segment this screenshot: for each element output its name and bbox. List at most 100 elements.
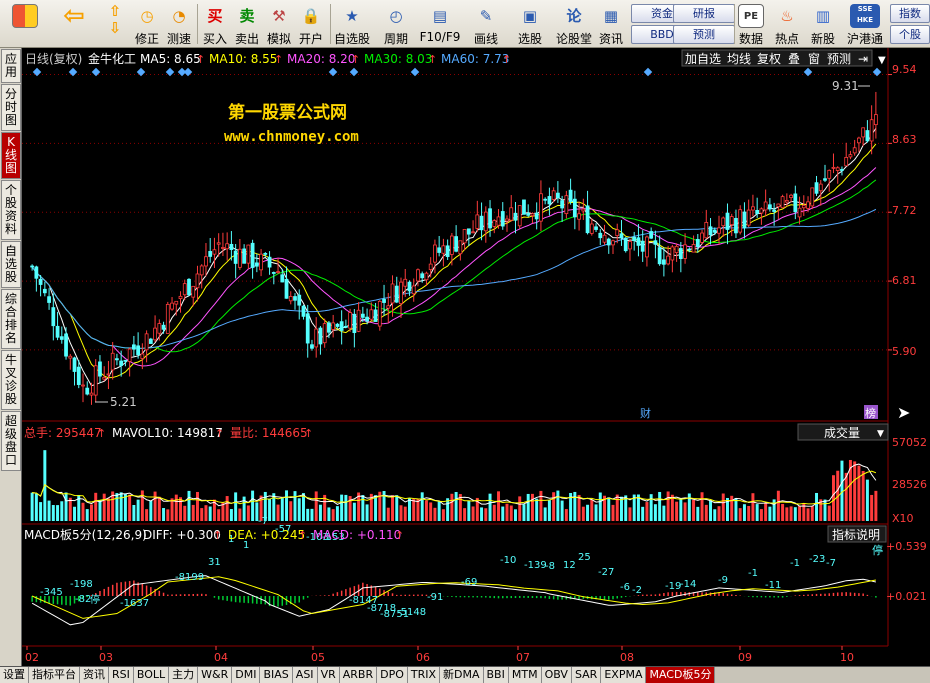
nav-kline[interactable]: K线图: [1, 132, 21, 179]
candle-body: [509, 207, 514, 221]
ipo-button[interactable]: ▥ 新股: [806, 2, 840, 46]
candle-body: [539, 193, 543, 222]
tab-expma[interactable]: EXPMA: [601, 667, 647, 683]
nav-intraday[interactable]: 分时图: [1, 84, 21, 131]
sell-button[interactable]: 卖卖出: [232, 2, 262, 46]
up-down-button[interactable]: ⇧ ⇩: [100, 2, 130, 46]
watchlist-label: 自选股: [333, 32, 370, 46]
candle-body: [131, 344, 136, 350]
tab-dpo[interactable]: DPO: [377, 667, 408, 683]
volume-select[interactable]: 成交量: [824, 425, 860, 440]
back-button[interactable]: ⇦: [54, 2, 94, 46]
tab-dmi[interactable]: DMI: [232, 667, 261, 683]
period-button[interactable]: ◴ 周期: [376, 2, 416, 46]
tab--[interactable]: 设置: [0, 667, 29, 683]
mouse-cursor-icon: ➤: [897, 403, 910, 422]
buy-icon: 买: [207, 7, 223, 25]
home-button[interactable]: [4, 2, 46, 46]
volume-bar: [539, 490, 543, 521]
candle-body: [42, 288, 47, 294]
tab--[interactable]: 资讯: [80, 667, 109, 683]
volume-bar: [30, 492, 34, 521]
add-watch-button[interactable]: 加自选: [685, 52, 721, 66]
nav-watchlist[interactable]: 自选股: [1, 241, 21, 288]
candle-body: [810, 187, 815, 207]
volume-bar: [615, 494, 619, 521]
candle-body: [356, 309, 361, 332]
ma-setting-button[interactable]: 均线: [727, 52, 751, 66]
candle-body: [564, 195, 569, 215]
tab-vr[interactable]: VR: [317, 667, 340, 683]
indicator-help-button[interactable]: 指标说明: [832, 527, 880, 542]
nav-super-board[interactable]: 超级盘口: [1, 411, 21, 471]
tab-macd-5-[interactable]: MACD板5分: [646, 667, 716, 683]
stock-button[interactable]: 个股: [890, 25, 930, 44]
tab-mtm[interactable]: MTM: [508, 667, 542, 683]
tab-w-r[interactable]: W&R: [198, 667, 233, 683]
tab-asi[interactable]: ASI: [292, 667, 318, 683]
tab-sar[interactable]: SAR: [571, 667, 602, 683]
hk-connect-button[interactable]: SSE HKE 沪港通: [842, 2, 888, 46]
candle-body: [47, 296, 51, 303]
nav-profile[interactable]: 个股资料: [1, 180, 21, 240]
ma60-value: MA60: 7.73: [441, 52, 509, 66]
candle-body: [776, 203, 781, 208]
macd-annotation: -5148: [397, 607, 426, 618]
candle-body: [445, 245, 450, 257]
macd-annotation: -69: [461, 577, 477, 588]
overlay-button[interactable]: 叠: [788, 52, 800, 66]
tab-trix[interactable]: TRIX: [407, 667, 441, 683]
tab-boll[interactable]: BOLL: [133, 667, 170, 683]
speed-test-button[interactable]: ◔ 测速: [164, 2, 194, 46]
tab-rsi[interactable]: RSI: [109, 667, 134, 683]
research-button[interactable]: 研报: [673, 4, 735, 23]
left-arrow-icon: ⇦: [63, 1, 85, 31]
draw-button[interactable]: ✎ 画线: [466, 2, 506, 46]
volume-bar: [174, 494, 178, 521]
volume-bar: [653, 504, 657, 521]
candle-body: [483, 211, 488, 232]
tab-obv[interactable]: OBV: [541, 667, 572, 683]
window-button[interactable]: 窗: [808, 52, 820, 66]
buy-button[interactable]: 买买入: [200, 2, 230, 46]
candle-body: [331, 322, 336, 330]
forecast-button[interactable]: 预测: [673, 25, 735, 44]
tab-arbr[interactable]: ARBR: [339, 667, 378, 683]
index-button[interactable]: 指数: [890, 4, 930, 23]
volume-bar: [721, 493, 725, 521]
watchlist-button[interactable]: ★ 自选股: [332, 2, 372, 46]
correct-button[interactable]: ◷ 修正: [132, 2, 162, 46]
open-account-button[interactable]: 🔒 开户: [296, 2, 326, 46]
data-button[interactable]: PE 数据: [736, 2, 766, 46]
candle-body: [293, 296, 297, 301]
select-stock-button[interactable]: ▣ 选股: [510, 2, 550, 46]
f10-button[interactable]: ▤ F10/F9: [418, 2, 462, 46]
nav-diagnosis[interactable]: 牛叉诊股: [1, 350, 21, 410]
tab-bbi[interactable]: BBI: [483, 667, 509, 683]
candle-body: [657, 247, 662, 265]
tab-bias[interactable]: BIAS: [260, 667, 293, 683]
forecast-header-button[interactable]: 预测: [827, 52, 851, 66]
nav-ranking[interactable]: 综合排名: [1, 289, 21, 349]
expand-icon[interactable]: ⇥: [858, 52, 868, 66]
candle-body: [475, 214, 480, 229]
adjust-button[interactable]: 复权: [757, 52, 781, 66]
forum-button[interactable]: 论论股堂: [554, 2, 594, 46]
tab--[interactable]: 指标平台: [29, 667, 80, 683]
volume-dropdown-icon[interactable]: ▼: [877, 429, 884, 439]
tab--dma[interactable]: 新DMA: [440, 667, 484, 683]
volume-bar: [310, 508, 314, 521]
candle-body: [284, 278, 289, 299]
tab--[interactable]: 主力: [169, 667, 199, 683]
info-button[interactable]: ▦ 资讯: [596, 2, 626, 46]
kline-chart[interactable]: -345-198-82停 -1637-81993111-7-57-103-153-…: [22, 48, 930, 666]
volume-bar: [51, 505, 55, 521]
dropdown-icon[interactable]: ▼: [878, 55, 886, 66]
fire-icon: ♨: [780, 7, 794, 25]
volume-bar: [301, 493, 305, 521]
hot-button[interactable]: ♨ 热点: [770, 2, 804, 46]
volume-bar: [547, 500, 551, 521]
nav-apps[interactable]: 应用: [1, 49, 21, 83]
volume-total: 总手: 295447: [24, 426, 102, 440]
simulate-button[interactable]: ⚒ 模拟: [264, 2, 294, 46]
